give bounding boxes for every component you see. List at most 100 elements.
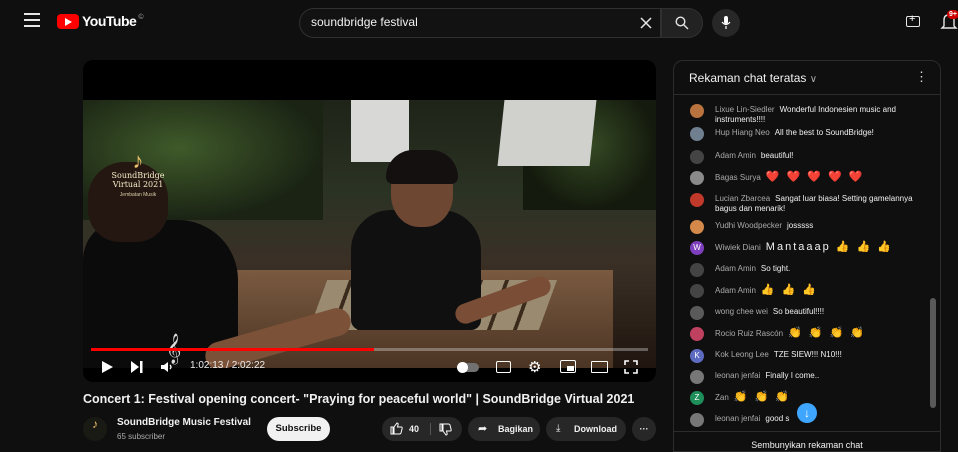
chat-author[interactable]: Lixue Lin-Siedler: [715, 105, 775, 114]
chat-author[interactable]: Rocio Ruiz Rascón: [715, 329, 783, 338]
avatar[interactable]: [690, 104, 704, 118]
chat-author[interactable]: Bagas Surya: [715, 173, 761, 182]
chat-text: So tight.: [760, 264, 791, 273]
performer-right-hair: [386, 150, 458, 184]
avatar[interactable]: K: [690, 349, 704, 363]
like-icon[interactable]: [390, 417, 403, 444]
music-stand: [497, 100, 597, 166]
fullscreen-icon[interactable]: [624, 360, 638, 374]
chat-text: josssss: [787, 221, 814, 230]
avatar[interactable]: [690, 171, 704, 185]
voice-search-button[interactable]: [712, 9, 740, 37]
download-icon: ⤓: [556, 423, 561, 434]
chat-text: Finally I come..: [765, 371, 820, 380]
chat-header: Rekaman chat teratas ∨ ⋮: [674, 61, 940, 95]
avatar[interactable]: [690, 284, 704, 298]
chat-message[interactable]: wong chee wei So beautiful!!!!: [690, 306, 926, 320]
avatar[interactable]: Z: [690, 391, 704, 405]
youtube-logo[interactable]: YouTube ©: [57, 13, 143, 29]
chat-author[interactable]: Lucian Zbarcea: [715, 194, 770, 203]
chat-message[interactable]: Lixue Lin-Siedler Wonderful Indonesien mu…: [690, 104, 926, 125]
autoplay-toggle[interactable]: [457, 362, 479, 373]
avatar[interactable]: [690, 370, 704, 384]
avatar[interactable]: [690, 413, 704, 427]
chat-message[interactable]: Lucian Zbarcea Sangat luar biasa! Setting…: [690, 193, 926, 214]
chat-message[interactable]: Yudhi Woodpecker josssss: [690, 220, 926, 234]
festival-mark-icon: ♪: [132, 148, 144, 173]
chat-text: beautiful!: [760, 151, 794, 160]
captions-icon[interactable]: [496, 361, 511, 373]
gear-icon[interactable]: ⚙: [528, 358, 541, 376]
chat-author[interactable]: Yudhi Woodpecker: [715, 221, 782, 230]
top-bar: YouTube © soundbridge festival 9+: [0, 0, 958, 46]
chat-author[interactable]: Zan: [715, 393, 729, 402]
share-button[interactable]: ➦ Bagikan: [468, 417, 540, 441]
chat-message[interactable]: K Kok Leong Lee TZE SIEW!!! N10!!!: [690, 349, 926, 363]
more-actions-button[interactable]: ···: [632, 417, 656, 441]
chat-author[interactable]: leonan jenfai: [715, 371, 760, 380]
miniplayer-icon[interactable]: [560, 360, 576, 373]
channel-name[interactable]: SoundBridge Music Festival: [117, 417, 251, 428]
avatar[interactable]: [690, 127, 704, 141]
avatar[interactable]: [690, 306, 704, 320]
volume-icon[interactable]: [160, 360, 174, 374]
chat-message[interactable]: leonan jenfai Finally I come..: [690, 370, 926, 384]
theater-icon[interactable]: [591, 361, 608, 373]
search-icon: [675, 16, 689, 30]
chat-message-body: Adam Amin beautiful!: [715, 151, 793, 161]
search-button[interactable]: [661, 8, 703, 38]
chat-message[interactable]: Bagas Surya ❤️ ❤️ ❤️ ❤️ ❤️: [690, 171, 926, 185]
chat-message[interactable]: Hup Hiang Neo All the best to SoundBridge…: [690, 127, 926, 141]
chat-mode-dropdown[interactable]: Rekaman chat teratas ∨: [689, 71, 817, 85]
scroll-down-icon[interactable]: ↓: [797, 403, 817, 423]
chat-author[interactable]: Adam Amin: [715, 264, 756, 273]
more-vert-icon[interactable]: ⋮: [915, 69, 928, 85]
channel-avatar[interactable]: ♪: [83, 417, 107, 441]
avatar[interactable]: [690, 263, 704, 277]
menu-icon[interactable]: [24, 13, 40, 27]
chat-scrollbar[interactable]: [930, 298, 936, 408]
progress-fill: [91, 348, 374, 351]
avatar[interactable]: [690, 193, 704, 207]
hide-chat-button[interactable]: Sembunyikan rekaman chat: [673, 431, 941, 452]
video-frame[interactable]: ♪ SoundBridge Virtual 2021 Jembatan Musi…: [83, 100, 656, 368]
avatar[interactable]: [690, 327, 704, 341]
search-input[interactable]: soundbridge festival: [299, 8, 661, 38]
overlay-line3: Jembatan Musik: [119, 191, 157, 198]
chat-author[interactable]: wong chee wei: [715, 307, 768, 316]
youtube-play-icon: [57, 13, 79, 29]
player-controls: 1:02:13 / 2:02:22 ⚙: [83, 354, 656, 382]
chat-message[interactable]: Adam Amin So tight.: [690, 263, 926, 277]
dislike-icon[interactable]: [439, 417, 452, 445]
download-button[interactable]: ⤓ Download: [546, 417, 626, 441]
next-icon[interactable]: [130, 360, 144, 374]
chat-author[interactable]: Adam Amin: [715, 151, 756, 160]
chat-author[interactable]: Kok Leong Lee: [715, 350, 769, 359]
progress-bar[interactable]: [91, 348, 648, 351]
avatar[interactable]: W: [690, 241, 704, 255]
channel-logo-icon: ♪: [92, 417, 98, 431]
chat-author[interactable]: leonan jenfai: [715, 414, 760, 423]
chat-message[interactable]: Adam Amin 👍 👍 👍: [690, 284, 926, 298]
chat-author[interactable]: Hup Hiang Neo: [715, 128, 770, 137]
avatar[interactable]: [690, 150, 704, 164]
chat-message[interactable]: W Wiwiek Diani Mantaaap 👍 👍 👍: [690, 241, 926, 255]
chevron-down-icon: ∨: [809, 74, 818, 85]
play-icon[interactable]: [100, 360, 114, 374]
chat-message[interactable]: Adam Amin beautiful!: [690, 150, 926, 164]
search-query[interactable]: soundbridge festival: [311, 15, 418, 29]
avatar[interactable]: [690, 220, 704, 234]
clear-icon[interactable]: [638, 15, 654, 31]
chat-message-list[interactable]: Lixue Lin-Siedler Wonderful Indonesien mu…: [674, 97, 930, 427]
chat-message-body: Lixue Lin-Siedler Wonderful Indonesien mu…: [715, 105, 926, 125]
video-player[interactable]: ♪ SoundBridge Virtual 2021 Jembatan Musi…: [83, 60, 656, 382]
chat-author[interactable]: Wiwiek Diani: [715, 243, 761, 252]
chat-message[interactable]: Rocio Ruiz Rascón 👏 👏 👏 👏: [690, 327, 926, 341]
like-count[interactable]: 40: [409, 417, 419, 441]
like-dislike-group: 40: [382, 417, 462, 441]
chat-text: 👏 👏 👏: [733, 391, 791, 403]
create-icon[interactable]: [906, 13, 920, 27]
overlay-line2: Virtual 2021: [112, 179, 164, 189]
chat-author[interactable]: Adam Amin: [715, 286, 756, 295]
subscribe-button[interactable]: Subscribe: [267, 417, 330, 441]
